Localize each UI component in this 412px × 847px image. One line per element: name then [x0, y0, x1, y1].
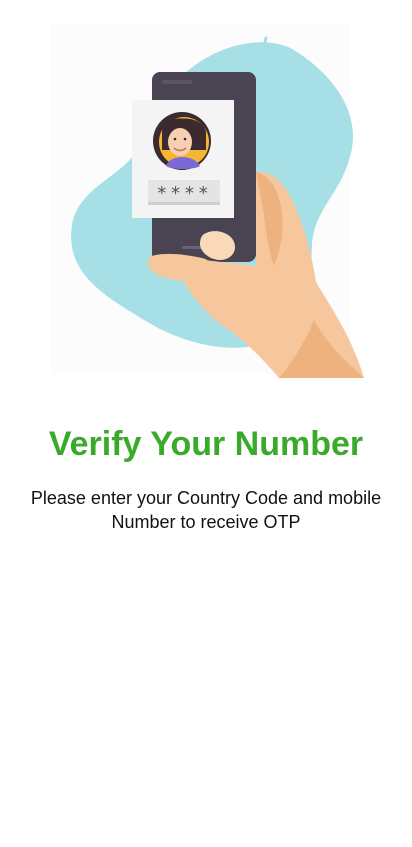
verify-number-screen: **** Verify Your Number Please enter you…	[0, 0, 412, 847]
pin-mask-text: ****	[156, 183, 211, 204]
phone-verification-illustration: ****	[44, 20, 364, 382]
avatar-icon	[153, 112, 211, 170]
phone-speaker	[162, 80, 192, 84]
subtitle-line-2: Number to receive OTP	[111, 512, 301, 532]
page-title: Verify Your Number	[48, 425, 364, 463]
page-subtitle: Please enter your Country Code and mobil…	[10, 486, 402, 534]
subtitle-line-1: Please enter your Country Code and mobil…	[30, 488, 382, 508]
illustration-svg: ****	[50, 24, 364, 378]
